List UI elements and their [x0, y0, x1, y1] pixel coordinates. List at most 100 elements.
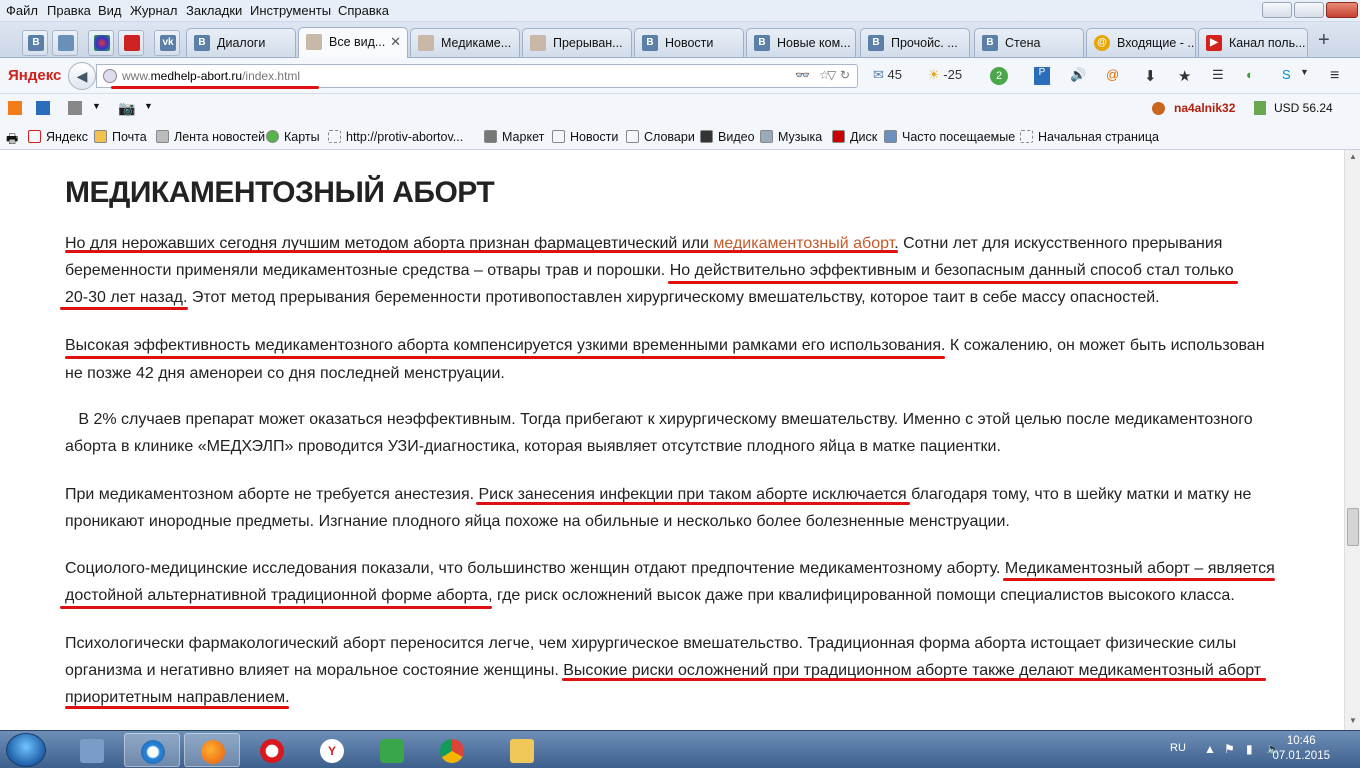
- scroll-down-icon[interactable]: ▼: [1349, 716, 1357, 725]
- at-icon[interactable]: @: [1106, 67, 1119, 85]
- bookmark-market[interactable]: Маркет: [484, 130, 544, 144]
- bookmark-disk[interactable]: Диск: [832, 130, 877, 144]
- addon-edit-icon[interactable]: [36, 101, 50, 115]
- menu-icon[interactable]: ≡: [1330, 67, 1339, 85]
- tab-new-comments[interactable]: В Новые ком...: [746, 28, 856, 57]
- market-icon: [484, 130, 497, 143]
- dropdown-icon[interactable]: ▼: [92, 101, 101, 111]
- taskbar-app-explorer[interactable]: [494, 733, 550, 767]
- pinned-tab-grid[interactable]: [118, 30, 144, 56]
- taskbar-app-opera[interactable]: [244, 733, 300, 767]
- page-content: МЕДИКАМЕНТОЗНЫЙ АБОРТ Но для нерожавших …: [0, 150, 1344, 730]
- bookmark-music[interactable]: Музыка: [760, 130, 822, 144]
- tab-medicamental[interactable]: Медикаме...: [410, 28, 520, 57]
- reload-icon[interactable]: ↻: [840, 68, 850, 82]
- taskbar-app-firefox[interactable]: [184, 733, 240, 767]
- star-icon[interactable]: ★: [1178, 67, 1191, 85]
- addon-orange-icon[interactable]: [8, 101, 22, 115]
- menu-file[interactable]: Файл: [6, 3, 38, 18]
- bookmark-dictionaries[interactable]: Словари: [626, 130, 695, 144]
- reading-list-icon[interactable]: ☰: [1212, 67, 1224, 85]
- currency-rate[interactable]: USD 56.24: [1274, 101, 1333, 115]
- bookmark-news-feed[interactable]: Лента новостей: [156, 130, 265, 144]
- weather-widget[interactable]: ☀ -25: [928, 67, 962, 85]
- bookmark-maps[interactable]: Карты: [266, 130, 320, 144]
- chrome-icon: [440, 739, 464, 763]
- addon-pencil-icon[interactable]: [68, 101, 82, 115]
- maximize-button[interactable]: [1294, 2, 1324, 18]
- dropdown-icon[interactable]: ▼: [144, 101, 153, 111]
- close-window-button[interactable]: [1326, 2, 1358, 18]
- bookmark-most-visited[interactable]: Часто посещаемые: [884, 130, 1015, 144]
- menu-edit[interactable]: Правка: [47, 3, 91, 18]
- taskbar-app-paint[interactable]: [64, 733, 120, 767]
- network-icon[interactable]: ▮: [1246, 742, 1253, 756]
- start-button[interactable]: [6, 733, 46, 767]
- tab-all-types[interactable]: Все вид... ✕: [298, 27, 408, 58]
- taskbar-app-yandex-browser[interactable]: Y: [304, 733, 360, 767]
- close-icon[interactable]: ✕: [390, 34, 401, 50]
- url-text[interactable]: www.medhelp-abort.ru/index.html: [122, 69, 300, 83]
- dropdown-icon[interactable]: ▼: [1300, 67, 1309, 85]
- taskbar-app-camtasia[interactable]: [364, 733, 420, 767]
- tab-inbox[interactable]: @ Входящие - ...: [1086, 28, 1196, 57]
- language-indicator[interactable]: RU: [1170, 742, 1186, 754]
- download-icon[interactable]: ⬇: [1144, 67, 1157, 85]
- yandex-logo[interactable]: Яндекс: [8, 67, 61, 84]
- vk-icon: В: [28, 35, 44, 51]
- bookmark-label: Лента новостей: [174, 130, 266, 144]
- p-extension-icon[interactable]: P: [1034, 67, 1050, 85]
- red-underline: [476, 502, 910, 505]
- new-tab-button[interactable]: +: [1318, 29, 1330, 52]
- menu-history[interactable]: Журнал: [130, 3, 177, 18]
- pinned-tab-colors[interactable]: [88, 30, 114, 56]
- palette-icon: [94, 35, 110, 51]
- menu-help[interactable]: Справка: [338, 3, 389, 18]
- circle-icon[interactable]: ◐: [1246, 67, 1254, 85]
- tab-dialogs[interactable]: В Диалоги: [186, 28, 296, 57]
- mail-counter[interactable]: ✉ 45: [873, 67, 902, 85]
- bookmark-video[interactable]: Видео: [700, 130, 755, 144]
- bookmark-protiv-abortov[interactable]: http://protiv-abortov...: [328, 130, 463, 144]
- reader-icon[interactable]: 👓: [795, 68, 810, 82]
- pinned-tab-vk2[interactable]: vk: [154, 30, 180, 56]
- menu-view[interactable]: Вид: [98, 3, 122, 18]
- tab-prochoice[interactable]: В Прочойс. ...: [860, 28, 970, 57]
- clock[interactable]: 10:46 07.01.2015: [1272, 734, 1330, 764]
- badge-icon[interactable]: 2: [990, 67, 1008, 85]
- url-bar[interactable]: www.medhelp-abort.ru/index.html 👓 ☆ ▽ ↻: [96, 64, 858, 89]
- bookmark-start-page[interactable]: Начальная страница: [1020, 130, 1159, 144]
- vk-icon: В: [754, 35, 770, 51]
- page-icon: [1020, 130, 1033, 143]
- flag-icon[interactable]: ⚑: [1224, 742, 1235, 756]
- dropdown-icon[interactable]: ▽: [827, 68, 836, 82]
- back-button[interactable]: ◀: [68, 62, 96, 90]
- taskbar-app-ie[interactable]: [124, 733, 180, 767]
- feed-icon: [156, 130, 169, 143]
- tab-news[interactable]: В Новости: [634, 28, 744, 57]
- youtube-icon: ▶: [1206, 35, 1222, 51]
- pinned-tab-image[interactable]: [52, 30, 78, 56]
- bookmark-news[interactable]: Новости: [552, 130, 618, 144]
- taskbar-app-chrome[interactable]: [424, 733, 480, 767]
- pinned-tab-vk[interactable]: В: [22, 30, 48, 56]
- menu-tools[interactable]: Инструменты: [250, 3, 331, 18]
- camera-icon[interactable]: 📷: [118, 100, 135, 117]
- scroll-thumb[interactable]: [1347, 508, 1359, 546]
- printer-icon[interactable]: 🖶: [6, 130, 18, 152]
- minimize-button[interactable]: [1262, 2, 1292, 18]
- speaker-icon[interactable]: 🔊: [1070, 67, 1086, 85]
- skype-icon[interactable]: S: [1282, 67, 1291, 85]
- tab-termination[interactable]: Прерыван...: [522, 28, 632, 57]
- tab-wall[interactable]: В Стена: [974, 28, 1084, 57]
- bookmark-label: Новости: [570, 130, 619, 144]
- tab-user-channel[interactable]: ▶ Канал поль...: [1198, 28, 1308, 57]
- bookmark-yandex[interactable]: Яндекс: [28, 130, 88, 144]
- vertical-scrollbar[interactable]: ▲ ▼: [1344, 150, 1360, 730]
- tray-arrow-icon[interactable]: ▲: [1204, 742, 1216, 756]
- bookmark-mail[interactable]: Почта: [94, 130, 147, 144]
- red-underline: [60, 307, 188, 310]
- username[interactable]: na4alnik32: [1174, 101, 1235, 115]
- scroll-up-icon[interactable]: ▲: [1349, 152, 1357, 161]
- menu-bookmarks[interactable]: Закладки: [186, 3, 242, 18]
